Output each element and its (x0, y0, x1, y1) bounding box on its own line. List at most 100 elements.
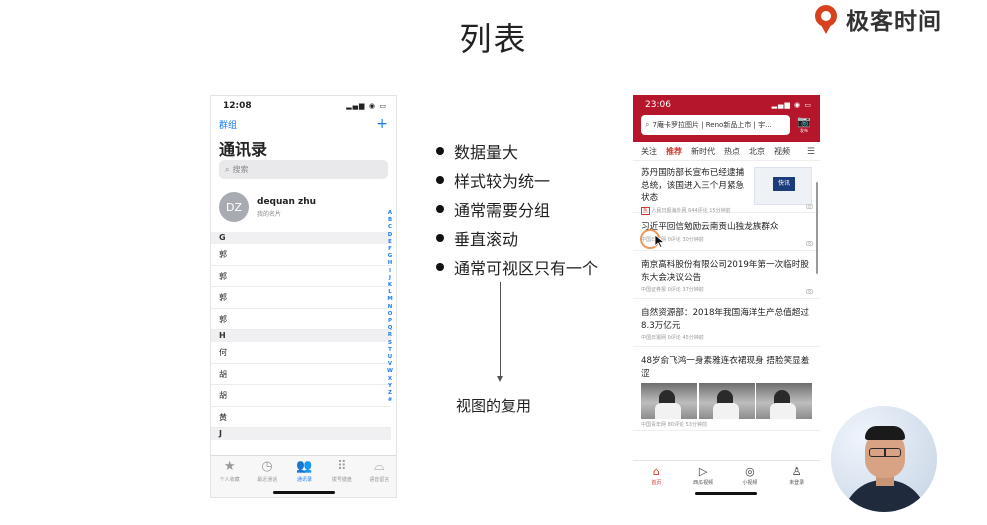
feature-bullets: 数据量大 样式较为统一 通常需要分组 垂直滚动 通常可视区只有一个 (436, 136, 636, 281)
index-letter[interactable]: K (388, 282, 392, 289)
article-source: 中国青年网 (641, 422, 667, 428)
index-letter[interactable]: O (388, 311, 393, 318)
article-source: 中国证券报 (641, 287, 667, 293)
list-item[interactable]: 苏丹国防部长宣布已经逮捕总统，该国进入三个月紧急状态 热 人民日报海外网 644… (633, 161, 820, 215)
tab-label: 西瓜视频 (693, 480, 714, 486)
signal-wifi-battery-icon: ▂▄▆ ◉ ▭ (346, 102, 387, 110)
contacts-list: G 郭 郭 郭 郭 H 何 胡 胡 黄 J (211, 232, 391, 440)
index-letter[interactable]: V (388, 361, 392, 368)
news-search-input[interactable]: ⌕ 7庵卡罗拉图片 | Reno新品上市 | 宇... (641, 115, 790, 135)
list-item[interactable]: 郭 (211, 266, 391, 287)
publish-button[interactable]: 📷 发布 (794, 116, 814, 134)
tab-new-era[interactable]: 新时代 (691, 146, 715, 157)
index-letter[interactable]: G (388, 253, 392, 260)
tab-recommend[interactable]: 推荐 (666, 146, 682, 157)
alphabet-index[interactable]: A B C D E F G H I J K L M N O P Q R S T U V W X Y Z # (386, 210, 394, 404)
star-icon: ★ (223, 459, 236, 474)
article-time: 30分钟前 (682, 236, 704, 243)
index-letter[interactable]: X (388, 376, 392, 383)
index-letter[interactable]: C (388, 224, 392, 231)
list-item[interactable]: 48岁俞飞鸿一身素雅连衣裙现身 捂脸笑显羞涩 中国青年网 80评论 53分钟前 (633, 347, 820, 431)
channel-tabs: 关注 推荐 新时代 热点 北京 视频 (633, 142, 820, 161)
add-contact-button[interactable]: + (376, 117, 388, 131)
list-item[interactable]: 郭 (211, 309, 391, 330)
home-icon: ⌂ (652, 465, 660, 478)
article-time: 45分钟前 (682, 335, 704, 341)
index-letter[interactable]: P (388, 318, 392, 325)
index-letter[interactable]: H (388, 260, 393, 267)
groups-button[interactable]: 群组 (219, 118, 237, 131)
thumbnail-label: 快讯 (773, 177, 795, 191)
index-letter[interactable]: J (389, 275, 391, 282)
index-letter[interactable]: Z (388, 390, 392, 397)
article-title: 南京高科股份有限公司2019年第一次临时股东大会决议公告 (641, 260, 809, 283)
contacts-screenshot: 12:08 ▂▄▆ ◉ ▭ 群组 + 通讯录 ⌕ 搜索 DZ dequan zh… (210, 95, 397, 498)
avatar: DZ (219, 192, 249, 222)
bullet-text: 通常需要分组 (454, 200, 551, 220)
index-letter[interactable]: I (389, 268, 391, 275)
dismiss-icon[interactable]: × (806, 289, 813, 295)
index-letter[interactable]: W (387, 368, 393, 375)
tab-profile[interactable]: ♙ 未登录 (777, 465, 817, 498)
list-item[interactable]: 黄 (211, 407, 391, 428)
section-header: H (211, 330, 391, 342)
play-icon: ▷ (698, 465, 708, 478)
contacts-search-input[interactable]: ⌕ 搜索 (219, 160, 388, 179)
list-item[interactable]: 自然资源部：2018年我国海洋生产总值超过8.3万亿元 中国日报网 0评论 45… (633, 299, 820, 347)
bullet-dot-icon (436, 262, 444, 271)
article-source: 中国日报网 (641, 335, 667, 341)
tab-beijing[interactable]: 北京 (749, 146, 765, 157)
tab-label: 语音留言 (369, 477, 390, 483)
index-letter[interactable]: A (388, 210, 392, 217)
my-card[interactable]: DZ dequan zhu 我的名片 (211, 183, 396, 231)
camera-icon: 📷 (797, 115, 811, 128)
tab-video[interactable]: 视频 (774, 146, 790, 157)
index-letter[interactable]: L (388, 289, 391, 296)
tab-follow[interactable]: 关注 (641, 146, 657, 157)
index-letter[interactable]: S (388, 340, 392, 347)
home-indicator[interactable] (273, 491, 335, 494)
bullet-text: 数据量大 (454, 142, 519, 162)
contacts-nav-bar: 群组 + (211, 116, 396, 132)
list-item[interactable]: 南京高科股份有限公司2019年第一次临时股东大会决议公告 中国证券报 0评论 3… (633, 251, 820, 299)
index-letter[interactable]: E (388, 239, 392, 246)
arrow-caption: 视图的复用 (456, 397, 532, 415)
list-item[interactable]: 何 (211, 342, 391, 364)
search-placeholder: 搜索 (232, 165, 249, 174)
tab-voicemail[interactable]: ⌓ 语音留言 (361, 460, 396, 497)
status-time: 12:08 (223, 101, 252, 111)
index-letter[interactable]: M (387, 296, 392, 303)
bullet-item: 数据量大 (436, 136, 636, 165)
index-letter[interactable]: T (388, 347, 392, 354)
bullet-dot-icon (436, 233, 444, 242)
bullet-item: 垂直滚动 (436, 223, 636, 252)
publish-label: 发布 (800, 128, 808, 133)
list-item[interactable]: 胡 (211, 385, 391, 407)
index-letter[interactable]: Q (388, 325, 393, 332)
channel-menu-icon[interactable]: ☰ (804, 147, 815, 157)
index-letter[interactable]: R (388, 332, 392, 339)
index-letter[interactable]: F (388, 246, 392, 253)
article-photo (698, 383, 755, 419)
article-time: 53分钟前 (685, 422, 707, 428)
list-item[interactable]: 胡 (211, 364, 391, 385)
article-title: 48岁俞飞鸿一身素雅连衣裙现身 捂脸笑显羞涩 (641, 356, 810, 379)
article-thumbnail: 快讯 (754, 167, 812, 205)
tab-home[interactable]: ⌂ 首页 (636, 465, 676, 498)
tab-label: 未登录 (789, 480, 805, 486)
list-item[interactable]: 郭 (211, 244, 391, 266)
index-letter[interactable]: B (388, 217, 392, 224)
index-letter[interactable]: D (388, 232, 392, 239)
index-letter[interactable]: # (388, 397, 393, 404)
index-letter[interactable]: U (388, 354, 392, 361)
tab-favorites[interactable]: ★ 个人收藏 (211, 460, 248, 497)
scrollbar[interactable] (816, 182, 818, 274)
index-letter[interactable]: N (388, 304, 393, 311)
index-letter[interactable]: Y (388, 383, 392, 390)
down-arrow-line (500, 282, 501, 378)
tab-hot[interactable]: 热点 (724, 146, 740, 157)
dismiss-icon[interactable]: × (806, 204, 813, 210)
dismiss-icon[interactable]: × (806, 241, 813, 247)
home-indicator[interactable] (695, 492, 757, 495)
list-item[interactable]: 郭 (211, 287, 391, 309)
